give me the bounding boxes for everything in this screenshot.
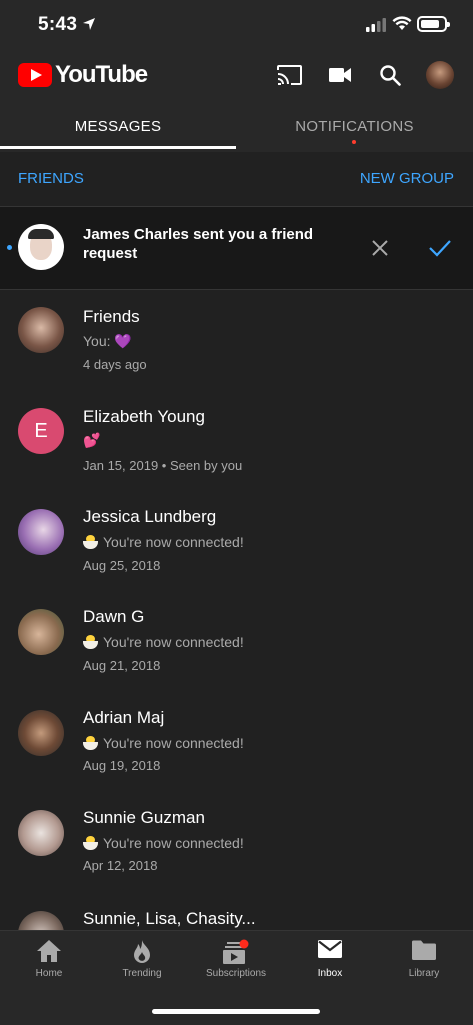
avatar [18, 810, 64, 856]
flame-icon [134, 940, 150, 963]
conversation-preview: You: 💜 [83, 333, 132, 349]
active-tab-indicator [0, 146, 236, 149]
nav-subscriptions[interactable]: Subscriptions [189, 931, 283, 991]
avatar [18, 609, 64, 655]
conversation-name: Elizabeth Young [83, 407, 205, 426]
inbox-tabs: MESSAGES NOTIFICATIONS [0, 102, 473, 152]
avatar [18, 224, 64, 270]
home-icon [37, 940, 61, 962]
status-bar: 5:43 [0, 0, 473, 50]
nav-inbox[interactable]: Inbox [283, 931, 377, 991]
tab-messages[interactable]: MESSAGES [0, 118, 236, 135]
conversation-preview: You're now connected! [83, 835, 244, 851]
conversation-name: Friends [83, 307, 140, 326]
conversation-name: Jessica Lundberg [83, 507, 217, 526]
wifi-icon [392, 16, 412, 30]
play-logo-icon [18, 63, 52, 87]
avatar [18, 509, 64, 555]
subscriptions-icon [223, 939, 249, 964]
search-icon[interactable] [379, 64, 401, 86]
nav-library-label: Library [408, 968, 440, 979]
nav-inbox-label: Inbox [317, 968, 343, 979]
home-indicator [152, 1009, 320, 1014]
nav-subscriptions-label: Subscriptions [205, 968, 267, 979]
conversation-preview: You're now connected! [83, 534, 244, 550]
conversation-name: Sunnie Guzman [83, 808, 205, 827]
cellular-signal-icon [366, 18, 386, 32]
hatching-chick-icon [83, 635, 98, 649]
nav-home[interactable]: Home [2, 931, 96, 991]
nav-home-label: Home [35, 968, 63, 979]
list-item[interactable]: E Elizabeth Young 💕 Jan 15, 2019 • Seen … [0, 390, 473, 490]
decline-request-icon[interactable] [371, 239, 389, 257]
conversation-date: Aug 25, 2018 [83, 558, 161, 573]
inbox-icon [318, 940, 342, 958]
messages-toolbar: FRIENDS NEW GROUP [0, 152, 473, 207]
conversation-date: Jan 15, 2019 • Seen by you [83, 458, 243, 473]
video-camera-icon[interactable] [328, 66, 352, 84]
conversation-preview: 💕 [83, 432, 101, 448]
status-time: 5:43 [38, 14, 78, 35]
brand-wordmark: YouTube [55, 61, 148, 88]
avatar: E [18, 408, 64, 454]
accept-request-icon[interactable] [429, 239, 451, 257]
avatar [18, 307, 64, 353]
hatching-chick-icon [83, 836, 98, 850]
conversation-date: Aug 19, 2018 [83, 758, 161, 773]
list-item[interactable]: Jessica Lundberg You're now connected! A… [0, 490, 473, 590]
battery-icon [417, 16, 450, 32]
conversation-date: 4 days ago [83, 357, 147, 372]
unread-dot [7, 245, 12, 250]
account-avatar[interactable] [426, 61, 454, 89]
list-item[interactable]: Dawn G You're now connected! Aug 21, 201… [0, 590, 473, 690]
nav-trending[interactable]: Trending [95, 931, 189, 991]
app-bar: YouTube [0, 50, 473, 102]
conversation-date: Aug 21, 2018 [83, 658, 161, 673]
conversation-name: Sunnie, Lisa, Chasity... [83, 909, 256, 928]
conversation-name: Adrian Maj [83, 708, 165, 727]
friend-request-text: James Charles sent you a friend request [83, 226, 314, 262]
list-item[interactable]: Adrian Maj You're now connected! Aug 19,… [0, 690, 473, 790]
list-item[interactable]: Sunnie Guzman You're now connected! Apr … [0, 790, 473, 890]
conversation-date: Apr 12, 2018 [83, 858, 158, 873]
hatching-chick-icon [83, 535, 98, 549]
conversation-preview: You're now connected! [83, 634, 244, 650]
cast-icon[interactable] [276, 64, 303, 86]
new-group-button[interactable]: NEW GROUP [360, 170, 454, 187]
tab-notifications[interactable]: NOTIFICATIONS [236, 118, 473, 135]
conversation-name: Dawn G [83, 607, 145, 626]
friends-button[interactable]: FRIENDS [18, 170, 84, 187]
hatching-chick-icon [83, 736, 98, 750]
friend-request-row[interactable]: James Charles sent you a friend request [0, 207, 473, 290]
nav-trending-label: Trending [122, 968, 162, 979]
nav-library[interactable]: Library [377, 931, 471, 991]
conversation-preview: You're now connected! [83, 735, 244, 751]
avatar [18, 710, 64, 756]
location-arrow-icon [83, 18, 95, 30]
youtube-logo[interactable]: YouTube [18, 61, 148, 88]
notification-badge-dot [352, 140, 356, 144]
list-item[interactable]: Friends You: 💜 4 days ago [0, 290, 473, 390]
folder-icon [412, 940, 436, 960]
